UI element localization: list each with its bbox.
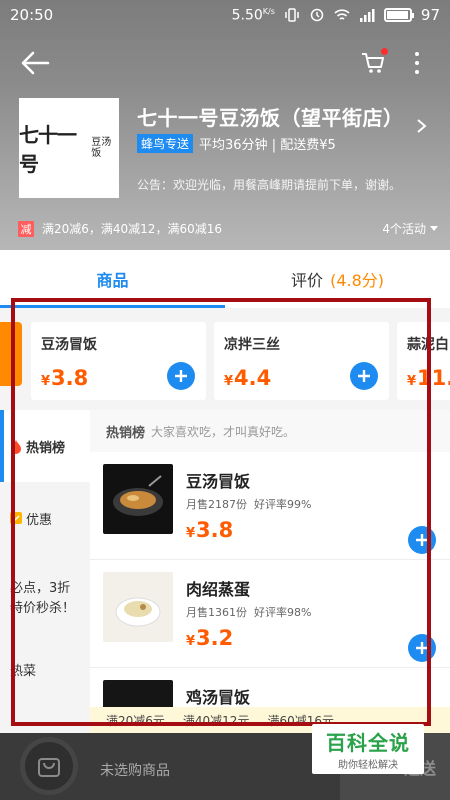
shop-notice: 公告：欢迎光临，用餐高峰期请提前下单，谢谢。 — [137, 178, 402, 192]
tab-bar: 商品 评价 (4.8分) — [0, 250, 450, 308]
product-image — [103, 464, 173, 534]
battery-level: 97 — [420, 6, 440, 24]
battery-icon — [383, 8, 414, 22]
caret-down-icon — [430, 226, 438, 231]
section-header: 热销榜 大家喜欢吃，才叫真好吃。 — [90, 410, 450, 452]
product-item[interactable]: 豆汤冒饭 月售2187份 好评率99% ¥3.8 — [90, 452, 450, 560]
featured-name: 豆汤冒饭 — [41, 337, 97, 353]
section-subtitle: 大家喜欢吃，才叫真好吃。 — [151, 424, 296, 439]
vibrate-icon — [285, 8, 299, 22]
promo-row[interactable]: 减 满20减6，满40减12，满60减16 4个活动 — [18, 220, 438, 237]
shopping-bag-icon — [38, 758, 60, 777]
category-item-hot-dishes[interactable]: 热菜 — [0, 644, 90, 694]
more-options-icon[interactable] — [410, 50, 424, 76]
featured-name: 蒜泥白 — [407, 337, 449, 353]
plus-icon — [416, 534, 428, 546]
tab-review[interactable]: 评价 (4.8分) — [225, 250, 450, 308]
product-meta: 月售1361份 好评率98% — [186, 606, 312, 619]
shop-logo: 七十一号 豆汤饭 — [19, 98, 119, 198]
featured-carousel[interactable]: 豆汤冒饭 ¥3.8 凉拌三丝 ¥4.4 蒜泥白 ¥11. — [0, 308, 450, 410]
delivery-info-row: 蜂鸟专送 平均36分钟 | 配送费¥5 — [137, 134, 336, 153]
plus-icon — [358, 370, 370, 382]
delivery-badge: 蜂鸟专送 — [137, 134, 194, 153]
featured-card[interactable]: 豆汤冒饭 ¥3.8 — [31, 322, 206, 400]
featured-card[interactable]: 蒜泥白 ¥11. — [397, 322, 450, 400]
status-bar: 20:50 5.50K/s 97 — [0, 0, 450, 30]
shop-name[interactable]: 七十一号豆汤饭（望平街店） — [137, 102, 404, 131]
category-item-hot[interactable]: 热销榜 — [0, 410, 90, 482]
discount-badge: 减 — [18, 220, 34, 237]
product-name: 豆汤冒饭 — [186, 472, 251, 491]
add-button[interactable] — [408, 526, 436, 554]
plus-icon — [416, 642, 428, 654]
product-name: 肉绍蒸蛋 — [186, 580, 251, 599]
featured-price: ¥3.8 — [41, 366, 89, 390]
top-bar — [0, 38, 450, 88]
featured-price: ¥4.4 — [224, 366, 272, 390]
featured-price: ¥11. — [407, 366, 450, 390]
featured-name: 凉拌三丝 — [224, 337, 280, 353]
category-item-discount[interactable]: 优惠 — [0, 482, 90, 554]
cart-fab[interactable] — [20, 737, 78, 795]
wifi-icon — [334, 9, 350, 20]
cart-notification-dot — [381, 48, 388, 55]
rating-score: (4.8分) — [330, 271, 385, 290]
side-tag[interactable] — [0, 322, 22, 386]
product-price: ¥3.8 — [186, 518, 234, 542]
cart-button[interactable] — [360, 48, 388, 76]
add-button[interactable] — [408, 634, 436, 662]
promo-text: 满20减6，满40减12，满60减16 — [42, 222, 222, 236]
tab-goods[interactable]: 商品 — [0, 250, 225, 308]
product-item[interactable]: 肉绍蒸蛋 月售1361份 好评率98% ¥3.2 — [90, 560, 450, 668]
product-price: ¥3.2 — [186, 626, 234, 650]
add-button[interactable] — [167, 362, 195, 390]
discount-icon — [10, 512, 22, 524]
featured-card[interactable]: 凉拌三丝 ¥4.4 — [214, 322, 389, 400]
category-menu: 热销榜 优惠 必点，3折特价秒杀！ 热菜 — [0, 410, 90, 720]
add-button[interactable] — [350, 362, 378, 390]
signal-icon — [359, 9, 375, 22]
product-image — [103, 572, 173, 642]
network-speed: 5.50K/s — [231, 6, 275, 24]
activity-count[interactable]: 4个活动 — [382, 220, 438, 237]
product-list[interactable]: 热销榜 大家喜欢吃，才叫真好吃。 豆汤冒饭 月售2187份 好评率99% ¥3.… — [90, 410, 450, 720]
product-meta: 月售2187份 好评率99% — [186, 498, 312, 511]
delivery-info: 平均36分钟 | 配送费¥5 — [199, 138, 336, 153]
product-name: 鸡汤冒饭 — [186, 688, 251, 707]
plus-icon — [175, 370, 187, 382]
status-time: 20:50 — [10, 6, 54, 24]
chevron-right-icon[interactable] — [416, 118, 428, 134]
watermark-logo: 百科全说 助你轻松解决 — [312, 724, 424, 774]
cart-empty-text: 未选购商品 — [100, 763, 170, 779]
alarm-icon — [310, 8, 324, 22]
back-arrow-icon[interactable] — [20, 50, 50, 76]
section-title: 热销榜 — [106, 425, 146, 441]
flame-icon — [11, 439, 21, 454]
category-item-flash-sale[interactable]: 必点，3折特价秒杀！ — [0, 554, 90, 644]
shop-header: 20:50 5.50K/s 97 七十一号 豆汤饭 七十一号豆汤饭（望平街店） … — [0, 0, 450, 250]
